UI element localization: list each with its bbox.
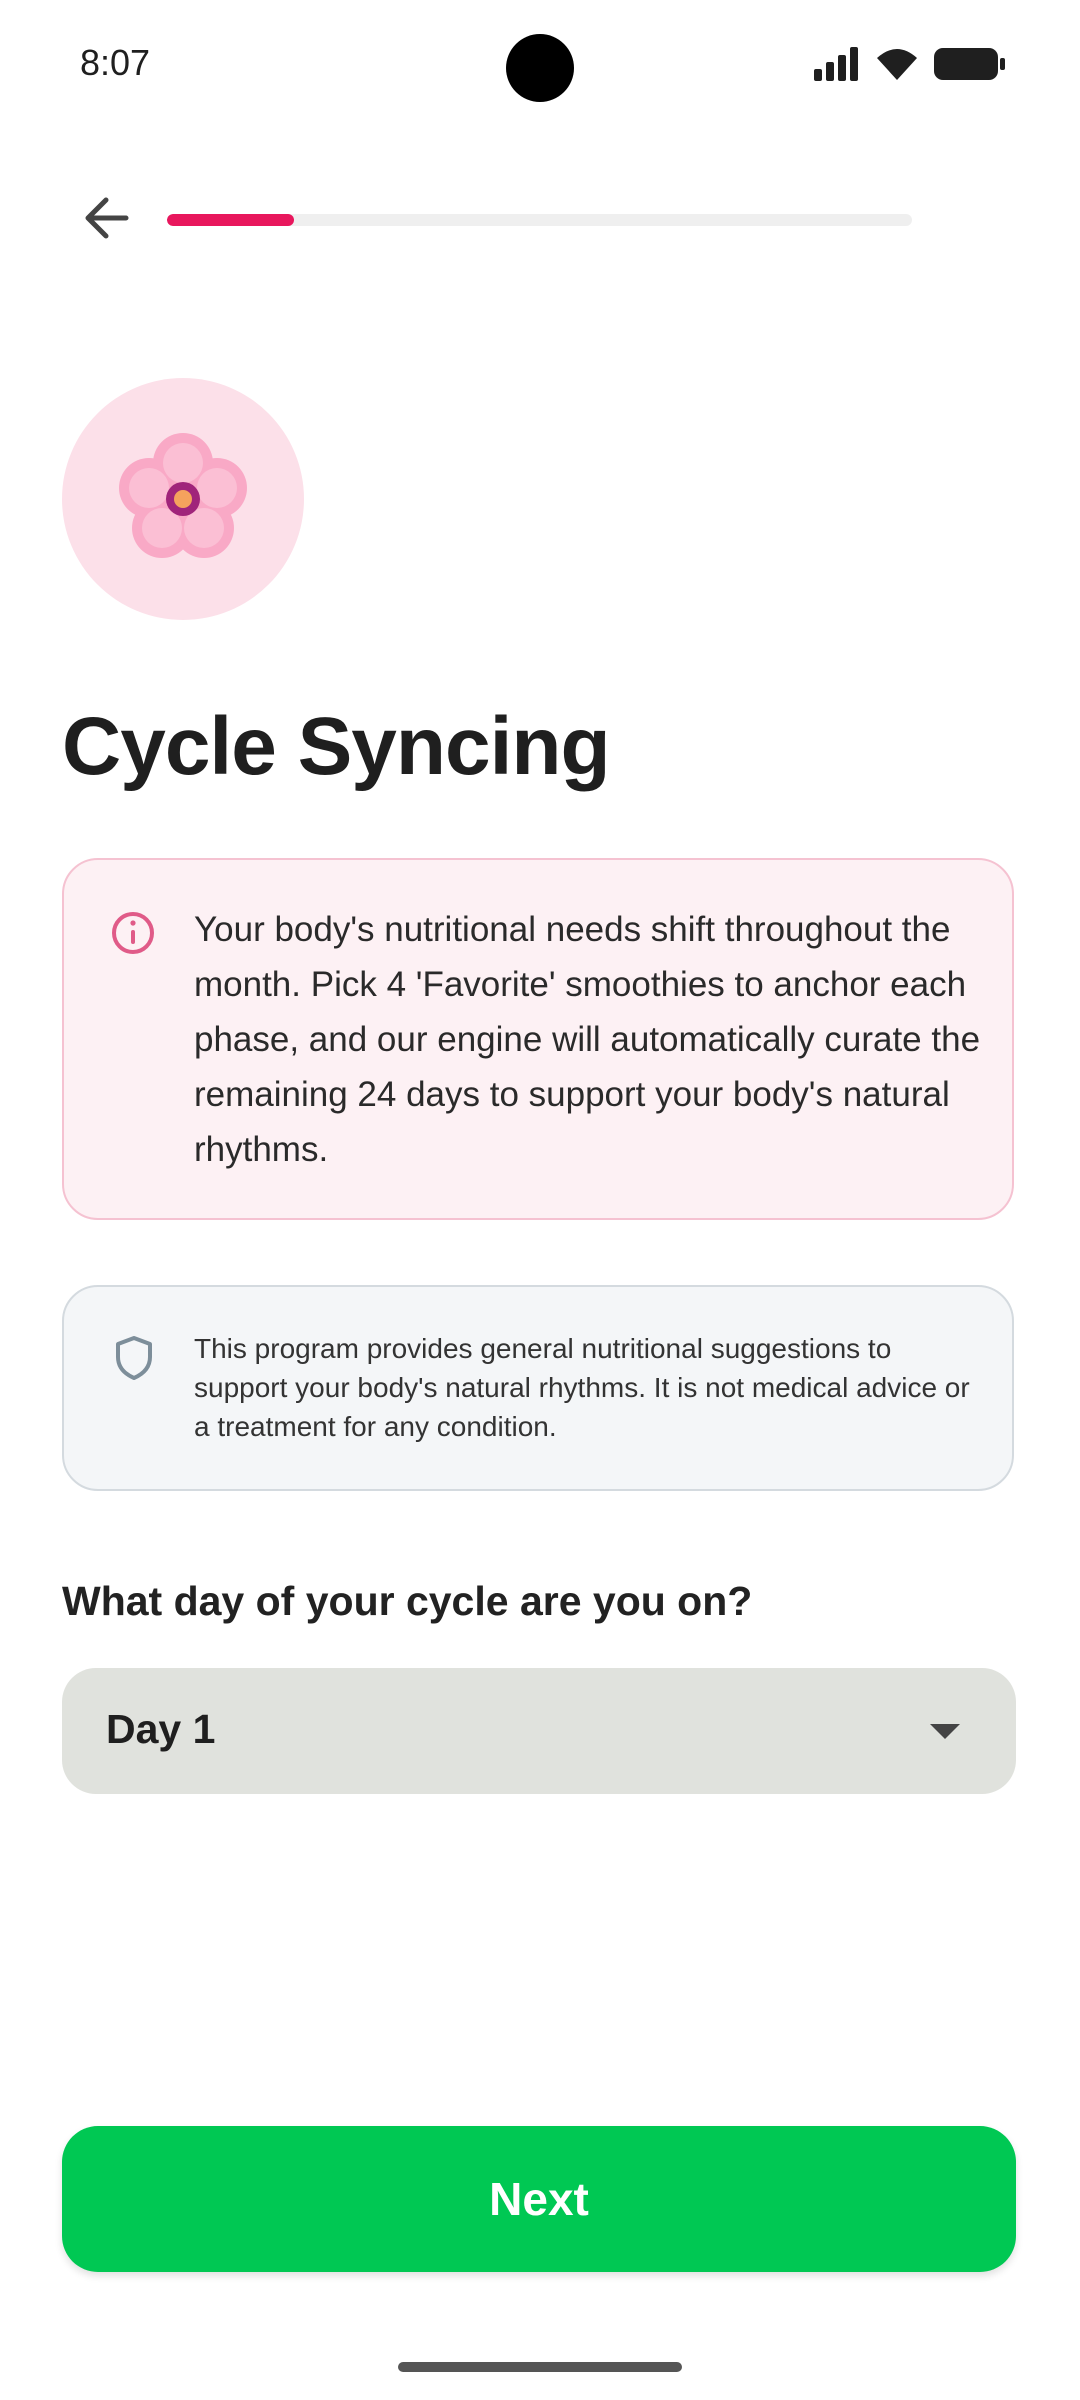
home-indicator[interactable] [398,2362,682,2372]
info-icon [112,912,154,954]
page-title: Cycle Syncing [62,701,611,792]
wifi-icon [877,49,917,80]
next-button[interactable]: Next [62,2126,1016,2272]
disclaimer-text: This program provides general nutritiona… [194,1333,970,1442]
progress-bar [167,214,912,226]
hero-badge [62,378,304,620]
progress-fill [167,214,294,226]
cycle-day-dropdown[interactable]: Day 1 [62,1668,1016,1794]
status-time: 8:07 [80,42,151,83]
cherry-blossom-icon [119,433,247,558]
battery-icon [934,48,1005,80]
signal-icon [814,47,858,81]
info-card: Your body's nutritional needs shift thro… [62,858,1014,1220]
chevron-down-icon [930,1724,960,1739]
front-camera [506,34,574,102]
shield-icon [116,1336,152,1380]
arrow-left-icon [85,197,129,239]
selected-day: Day 1 [106,1706,216,1752]
back-button[interactable] [74,186,138,250]
cycle-day-question: What day of your cycle are you on? [62,1578,753,1624]
status-bar: 8:07 [0,0,1080,130]
status-icons [814,46,1006,82]
disclaimer-card: This program provides general nutritiona… [62,1285,1014,1491]
info-text: Your body's nutritional needs shift thro… [194,910,981,1169]
